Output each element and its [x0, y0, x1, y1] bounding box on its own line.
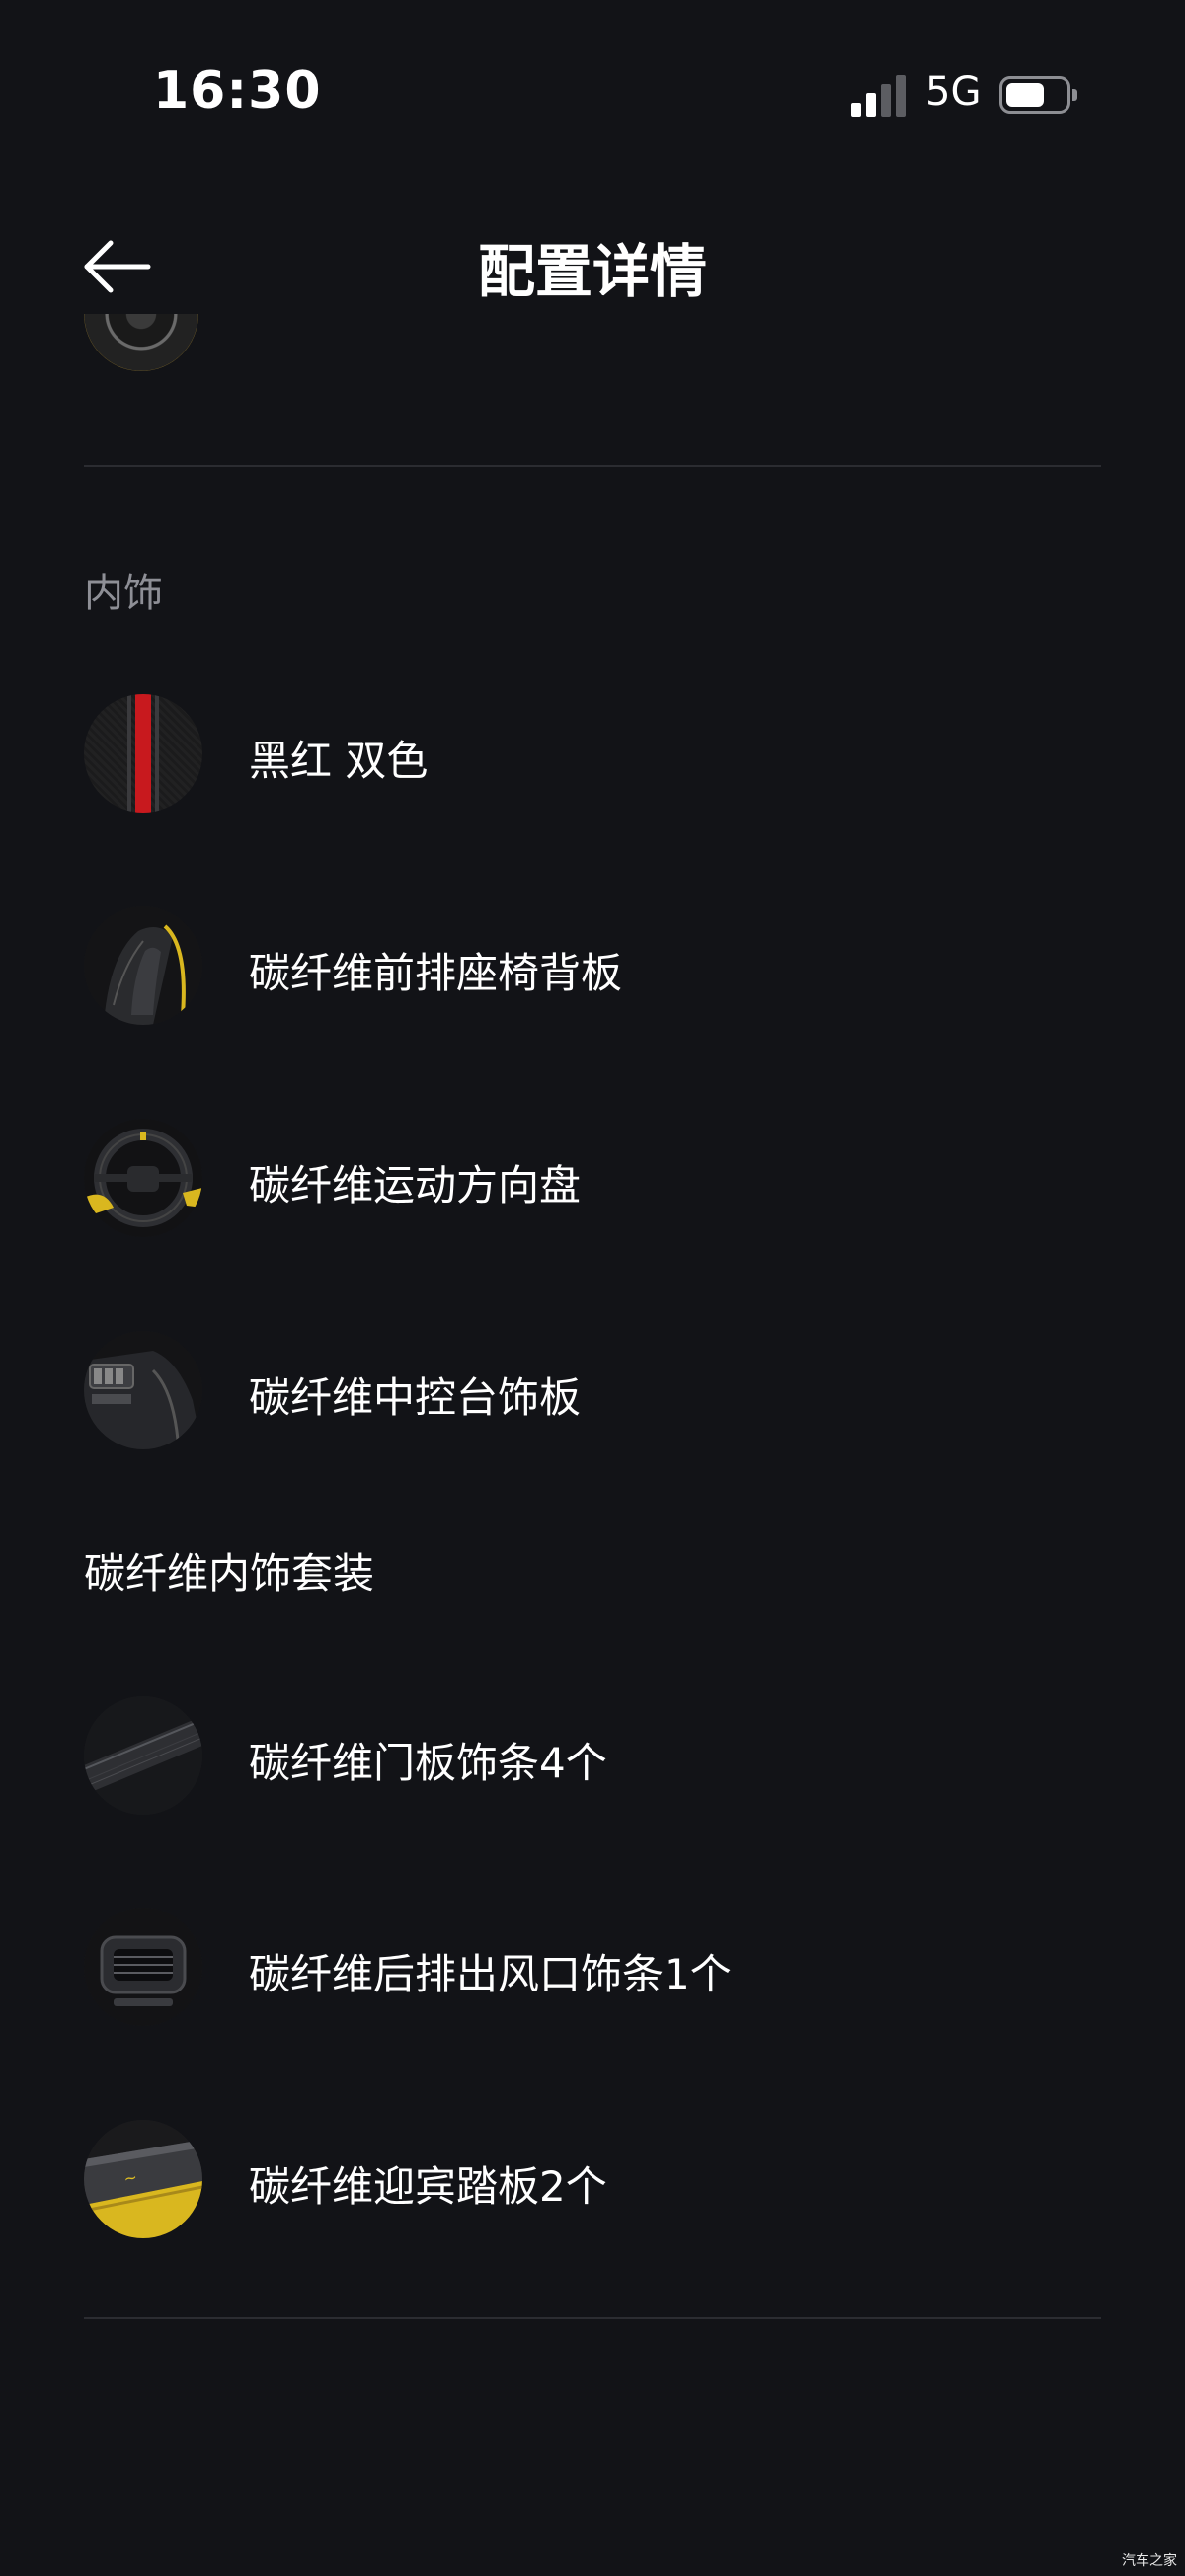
list-item: ~ 碳纤维迎宾踏板2个: [84, 2120, 1101, 2238]
list-item: 碳纤维中控台饰板: [84, 1331, 1101, 1449]
divider: [84, 2317, 1101, 2319]
item-label: 碳纤维迎宾踏板2个: [249, 2162, 607, 2211]
item-label: 碳纤维前排座椅背板: [249, 949, 623, 997]
seat-back-panel-photo: [84, 906, 202, 1025]
watermark: 汽车之家: [1122, 2553, 1177, 2569]
package-label: 碳纤维内饰套装: [84, 1549, 375, 1598]
wheel-thumbnail: [84, 314, 198, 373]
battery-icon: [999, 76, 1077, 114]
list-item: 黑红 双色: [84, 694, 1101, 813]
cellular-signal-icon: [851, 75, 907, 117]
black-red-fabric-swatch: [84, 694, 202, 813]
item-label: 碳纤维运动方向盘: [249, 1161, 582, 1210]
item-label: 碳纤维门板饰条4个: [249, 1739, 607, 1787]
item-label: 黑红 双色: [249, 737, 429, 785]
network-type: 5G: [925, 69, 982, 115]
list-item: 碳纤维运动方向盘: [84, 1119, 1101, 1237]
item-label: 碳纤维后排出风口饰条1个: [249, 1950, 732, 1998]
status-time: 16:30: [153, 61, 322, 120]
door-trim-photo: [84, 1696, 202, 1815]
page-title: 配置详情: [477, 238, 707, 305]
rear-vent-photo: [84, 1908, 202, 2026]
steering-wheel-photo: [84, 1119, 202, 1237]
section-label-interior: 内饰: [84, 571, 163, 616]
center-console-photo: [84, 1331, 202, 1449]
divider: [84, 465, 1101, 467]
list-item: 碳纤维后排出风口饰条1个: [84, 1908, 1101, 2026]
item-label: 碳纤维中控台饰板: [249, 1373, 582, 1422]
sill-plate-photo: ~: [84, 2120, 202, 2238]
list-item: 碳纤维前排座椅背板: [84, 906, 1101, 1025]
list-item: 碳纤维门板饰条4个: [84, 1696, 1101, 1815]
status-bar: 16:30 5G: [0, 0, 1185, 188]
